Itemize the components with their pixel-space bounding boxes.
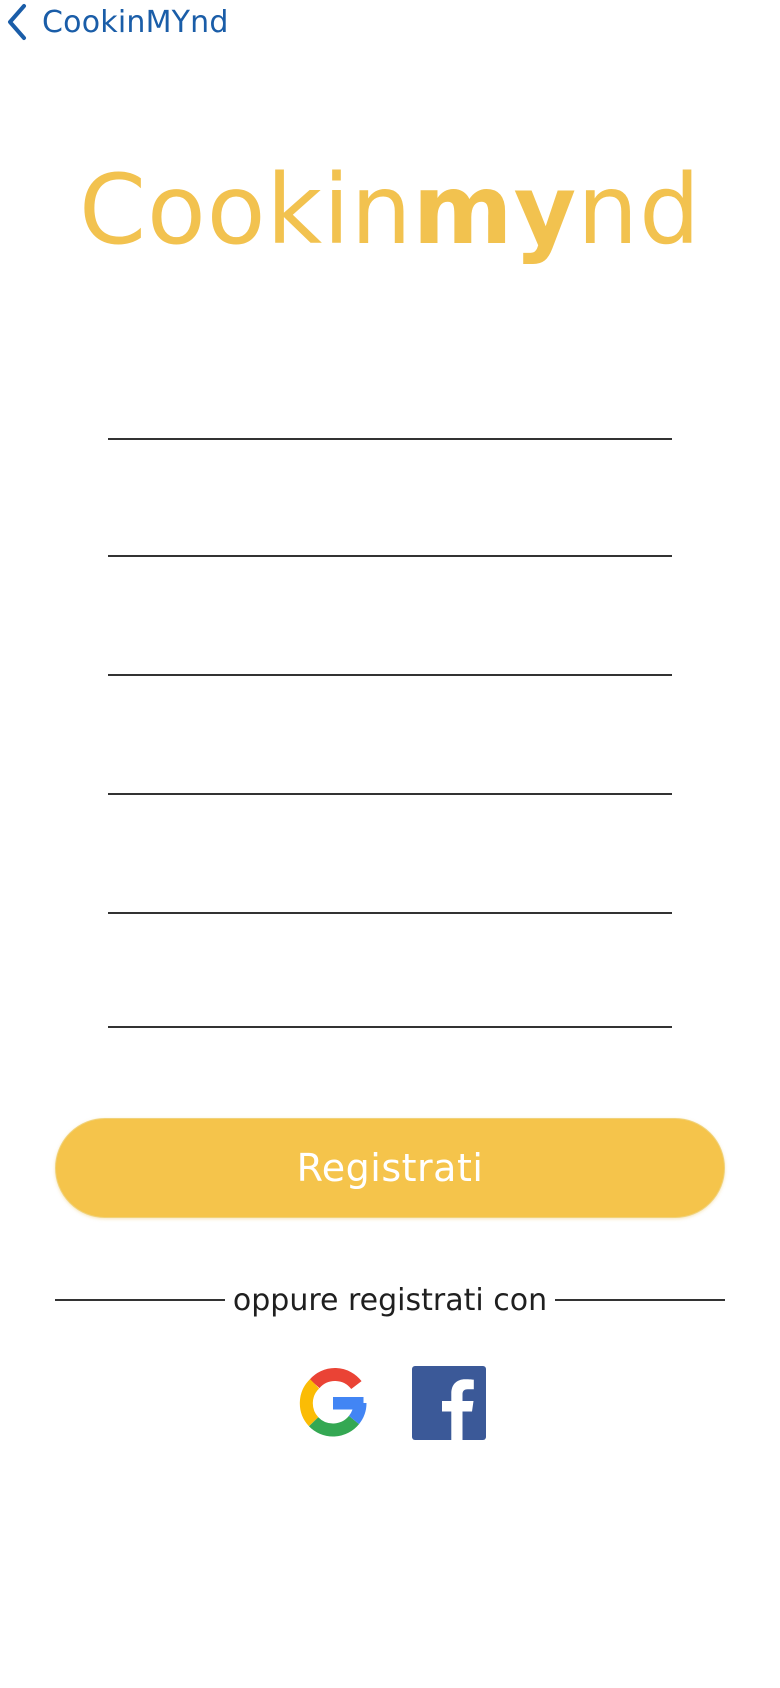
register-button-label: Registrati [296,1146,484,1190]
registration-field-5[interactable] [108,854,672,914]
chevron-left-icon [6,3,28,41]
back-button-label: CookinMYnd [42,4,229,40]
divider-text: oppure registrati con [232,1282,548,1318]
navigation-bar: CookinMYnd [0,0,780,48]
social-divider: oppure registrati con [55,1278,725,1322]
registration-field-3[interactable] [108,616,672,676]
logo-text-light: Cookin [79,154,413,266]
facebook-signup-button[interactable] [412,1366,486,1440]
registration-input-3[interactable] [108,616,672,674]
google-signup-button[interactable] [296,1366,370,1440]
register-button[interactable]: Registrati [55,1118,725,1218]
registration-input-2[interactable] [108,497,672,555]
back-button[interactable]: CookinMYnd [6,2,229,42]
registration-field-4[interactable] [108,735,672,795]
facebook-icon [412,1366,486,1440]
registration-field-2[interactable] [108,497,672,557]
registration-field-6[interactable] [108,968,672,1028]
divider-line-left [55,1299,225,1301]
registration-input-6[interactable] [108,968,672,1026]
registration-input-1[interactable] [108,380,672,438]
registration-field-1[interactable] [108,380,672,440]
app-logo: Cookinmynd [0,150,780,270]
logo-text-bold: my [412,154,578,266]
google-icon [296,1366,370,1440]
registration-input-5[interactable] [108,854,672,912]
registration-input-4[interactable] [108,735,672,793]
divider-line-right [555,1299,725,1301]
logo-text-rest: nd [577,154,701,266]
